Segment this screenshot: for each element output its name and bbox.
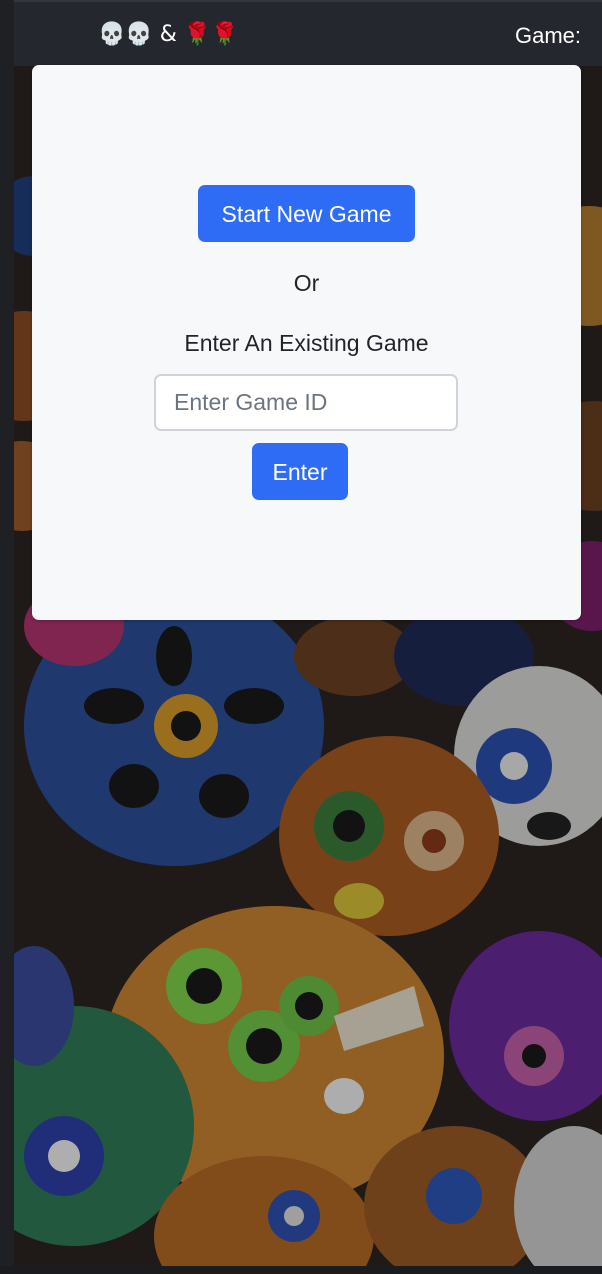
top-navbar: 💀💀 & 🌹🌹 Game: <box>14 0 602 66</box>
start-new-game-button[interactable]: Start New Game <box>198 185 415 242</box>
enter-button[interactable]: Enter <box>252 443 348 500</box>
game-card: Start New Game Or Enter An Existing Game… <box>32 65 581 620</box>
bottom-edge <box>0 1266 602 1274</box>
browser-frame: 💀💀 & 🌹🌹 Game: Start New Game Or Enter An… <box>0 0 602 1274</box>
brand-title[interactable]: 💀💀 & 🌹🌹 <box>98 20 239 50</box>
or-label: Or <box>293 270 320 296</box>
game-id-input[interactable] <box>154 374 458 431</box>
left-edge <box>0 0 15 1274</box>
game-label: Game: <box>514 23 581 48</box>
enter-existing-game-heading: Enter An Existing Game <box>184 330 429 356</box>
